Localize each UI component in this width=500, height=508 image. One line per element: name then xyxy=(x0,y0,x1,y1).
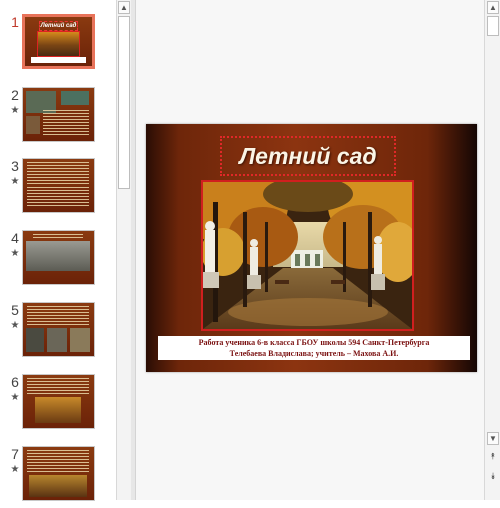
thumbnail-slide-6[interactable]: 6 ★ xyxy=(0,374,116,436)
thumbnail-slide-3[interactable]: 3 ★ xyxy=(0,158,116,220)
next-slide-icon[interactable]: ⯯ xyxy=(487,470,499,482)
thumbnail-text xyxy=(27,187,89,207)
slide-thumbnails-pane: 1 Летний сад 2 ★ 3 ★ 4 ★ 5 ★ 6 ★ 7 ★ xyxy=(0,0,116,501)
slide-number: 7 xyxy=(11,446,19,462)
thumbnail-image[interactable] xyxy=(22,374,95,429)
thumbnail-text xyxy=(33,234,83,238)
thumbnail-photo xyxy=(26,328,44,352)
title-placeholder[interactable]: Летний сад xyxy=(220,136,396,176)
scroll-thumb[interactable] xyxy=(118,16,130,189)
animation-star-icon: ★ xyxy=(10,464,20,475)
thumbnails-scrollbar[interactable]: ▲ xyxy=(116,0,131,500)
thumbnail-slide-7[interactable]: 7 ★ xyxy=(0,446,116,508)
thumbnail-caption xyxy=(31,57,86,63)
thumbnail-photo xyxy=(70,328,90,352)
thumbnail-title: Летний сад xyxy=(39,21,78,31)
thumbnail-image[interactable] xyxy=(22,158,95,213)
thumbnail-text xyxy=(27,162,89,184)
scroll-down-icon[interactable]: ▼ xyxy=(487,432,499,445)
thumbnail-text xyxy=(27,378,89,394)
thumbnail-slide-2[interactable]: 2 ★ xyxy=(0,87,116,149)
photo-artwork xyxy=(203,182,412,329)
previous-slide-icon[interactable]: ⯭ xyxy=(487,450,499,462)
thumbnail-photo xyxy=(26,116,40,134)
animation-star-icon: ★ xyxy=(10,320,20,331)
thumbnail-photo xyxy=(37,31,80,57)
animation-star-icon: ★ xyxy=(10,176,20,187)
thumbnail-image[interactable] xyxy=(22,230,95,285)
scroll-thumb[interactable] xyxy=(487,16,499,36)
thumbnail-photo xyxy=(26,241,90,271)
slide-number: 4 xyxy=(11,230,19,246)
thumbnail-slide-5[interactable]: 5 ★ xyxy=(0,302,116,364)
slide-editing-area: Летний сад Работа ученика 6-в класса ГБО… xyxy=(136,0,484,500)
thumbnail-text xyxy=(27,306,89,326)
thumbnail-image[interactable] xyxy=(22,87,95,142)
thumbnail-photo xyxy=(47,328,67,352)
slide-caption[interactable]: Работа ученика 6-в класса ГБОУ школы 594… xyxy=(158,336,470,360)
animation-star-icon: ★ xyxy=(10,105,20,116)
scroll-up-icon[interactable]: ▲ xyxy=(487,1,499,14)
slide-number: 5 xyxy=(11,302,19,318)
thumbnail-image[interactable] xyxy=(22,446,95,501)
summer-garden-photo[interactable] xyxy=(201,180,414,331)
thumbnail-slide-1[interactable]: 1 Летний сад xyxy=(0,14,116,76)
caption-line-1: Работа ученика 6-в класса ГБОУ школы 594… xyxy=(198,338,430,347)
slide-number: 3 xyxy=(11,158,19,174)
animation-star-icon: ★ xyxy=(10,248,20,259)
slide-scrollbar[interactable]: ▲ ▼ ⯭ ⯯ xyxy=(484,0,500,500)
slide-number: 2 xyxy=(11,87,19,103)
slide-title[interactable]: Летний сад xyxy=(239,143,376,170)
animation-star-icon: ★ xyxy=(10,392,20,403)
thumbnail-photo xyxy=(61,91,89,105)
caption-line-2: Телебаева Владислава; учитель – Махова А… xyxy=(229,349,399,358)
thumbnail-text xyxy=(27,450,89,472)
thumbnail-photo xyxy=(35,397,81,423)
thumbnail-text xyxy=(43,110,89,136)
current-slide[interactable]: Летний сад Работа ученика 6-в класса ГБО… xyxy=(146,124,477,372)
thumbnail-image[interactable] xyxy=(22,302,95,357)
thumbnail-image[interactable]: Летний сад xyxy=(22,14,95,69)
slide-number: 1 xyxy=(11,14,19,30)
thumbnail-slide-4[interactable]: 4 ★ xyxy=(0,230,116,292)
thumbnail-photo xyxy=(29,475,87,497)
slide-number: 6 xyxy=(11,374,19,390)
scroll-up-icon[interactable]: ▲ xyxy=(118,1,130,14)
